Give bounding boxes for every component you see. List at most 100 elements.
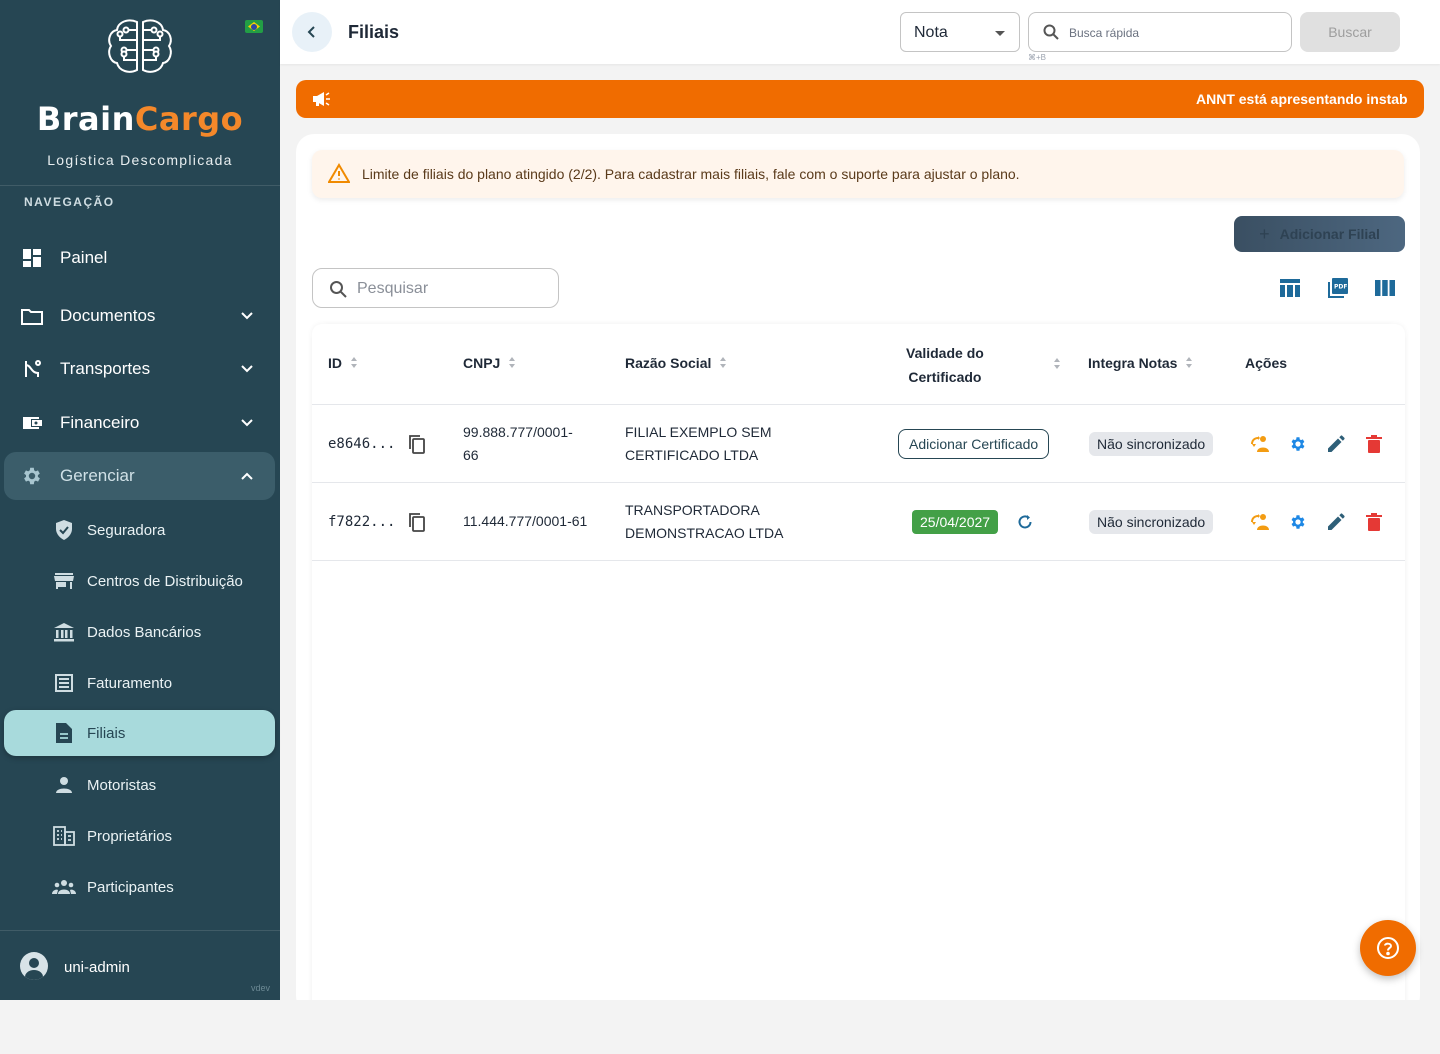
plus-icon: +	[1259, 223, 1270, 244]
wallet-icon	[20, 411, 44, 435]
search-button[interactable]: Buscar	[1300, 12, 1400, 52]
warning-icon	[328, 163, 350, 183]
add-filial-label: Adicionar Filial	[1279, 226, 1380, 242]
sidebar-item-seguradora[interactable]: Seguradora	[4, 507, 275, 553]
sidebar-item-label: Financeiro	[60, 413, 140, 432]
row-cnpj: 11.444.777/0001-61	[463, 513, 588, 529]
column-header-id[interactable]: ID	[328, 355, 358, 371]
row-id: e8646...	[328, 436, 396, 452]
edit-icon[interactable]	[1325, 511, 1347, 533]
version-label: vdev	[250, 983, 270, 993]
sidebar-item-label: Proprietários	[87, 827, 173, 845]
sidebar-item-gerenciar[interactable]: Gerenciar	[4, 452, 275, 500]
row-razao-social: TRANSPORTADORA DEMONSTRACAO LTDA	[625, 502, 784, 541]
sidebar: BrainCargo Logística Descomplicada NAVEG…	[0, 0, 280, 1000]
row-razao-social: FILIAL EXEMPLO SEM CERTIFICADO LTDA	[625, 424, 772, 463]
sort-icon[interactable]	[1053, 358, 1061, 370]
column-header-validade[interactable]: Validade do Certificado	[906, 341, 984, 389]
quick-search	[1028, 12, 1292, 52]
sidebar-item-label: Faturamento	[87, 674, 173, 692]
sidebar-item-label: Seguradora	[87, 521, 166, 539]
sidebar-item-label: Documentos	[60, 306, 156, 325]
copy-icon[interactable]	[407, 512, 427, 532]
sync-people-icon[interactable]	[1250, 433, 1272, 455]
sort-icon	[508, 357, 516, 369]
megaphone-icon	[313, 92, 330, 106]
search-icon	[1043, 24, 1059, 40]
sidebar-item-financeiro[interactable]: Financeiro	[4, 399, 275, 447]
pdf-export-icon[interactable]: PDF	[1326, 276, 1350, 300]
chevron-down-icon	[241, 312, 253, 320]
avatar	[20, 952, 48, 980]
svg-text:PDF: PDF	[1334, 284, 1347, 291]
select-value: Nota	[914, 24, 948, 41]
status-badge: Não sincronizado	[1089, 510, 1214, 534]
sidebar-item-centros[interactable]: Centros de Distribuição	[4, 558, 275, 604]
column-header-razao-social[interactable]: Razão Social	[625, 355, 727, 371]
add-certificate-button[interactable]: Adicionar Certificado	[898, 429, 1050, 459]
user-name: uni-admin	[64, 959, 130, 976]
receipt-icon	[52, 671, 76, 695]
quick-search-input[interactable]	[1069, 21, 1279, 45]
document-icon	[52, 721, 76, 745]
help-button[interactable]	[1360, 920, 1416, 976]
sidebar-item-documentos[interactable]: Documentos	[4, 292, 275, 340]
search-icon	[330, 281, 347, 298]
announcement-text: ANNT está apresentando instab	[1196, 91, 1408, 107]
sidebar-item-dados-bancarios[interactable]: Dados Bancários	[4, 609, 275, 655]
sidebar-item-participantes[interactable]: Participantes	[4, 864, 275, 910]
shortcut-hint: ⌘+B	[1028, 53, 1047, 62]
brazil-flag-icon[interactable]	[245, 20, 263, 33]
table-row: e8646... 99.888.777/0001- 66 FILIAL EXEMP…	[312, 405, 1405, 483]
group-icon	[52, 875, 76, 899]
dashboard-icon	[20, 246, 44, 270]
settings-icon[interactable]	[1287, 433, 1309, 455]
user-menu[interactable]: uni-admin vdev	[0, 930, 280, 1000]
plan-limit-warning: Limite de filiais do plano atingido (2/2…	[312, 150, 1404, 198]
column-header-cnpj[interactable]: CNPJ	[463, 355, 516, 371]
sort-icon	[1185, 357, 1193, 369]
column-header-integra-notas[interactable]: Integra Notas	[1088, 355, 1193, 371]
folder-icon	[20, 304, 44, 328]
row-id: f7822...	[328, 514, 396, 530]
copy-icon[interactable]	[407, 434, 427, 454]
settings-icon[interactable]	[1287, 511, 1309, 533]
sidebar-item-label: Motoristas	[87, 776, 157, 794]
gear-icon	[20, 464, 44, 488]
table-search-input[interactable]	[357, 277, 547, 301]
brand-name: BrainCargo	[36, 100, 244, 138]
top-bar: Filiais Nota ⌘+B Buscar	[280, 0, 1440, 64]
brain-circuit-logo-icon	[108, 19, 172, 73]
sidebar-item-label: Filiais	[87, 724, 126, 742]
sidebar-item-painel[interactable]: Painel	[4, 234, 275, 282]
sidebar-item-motoristas[interactable]: Motoristas	[4, 762, 275, 808]
sidebar-item-filiais[interactable]: Filiais	[4, 710, 275, 756]
table-row: f7822... 11.444.777/0001-61 TRANSPORTADO…	[312, 483, 1405, 561]
sidebar-item-transportes[interactable]: Transportes	[4, 345, 275, 393]
columns-icon[interactable]	[1373, 276, 1397, 300]
sidebar-item-proprietarios[interactable]: Proprietários	[4, 813, 275, 859]
shield-icon	[52, 518, 76, 542]
delete-icon[interactable]	[1363, 433, 1385, 455]
edit-icon[interactable]	[1325, 433, 1347, 455]
table-search	[312, 268, 559, 308]
search-type-select[interactable]: Nota	[900, 12, 1020, 52]
table-view-icon[interactable]	[1278, 276, 1302, 300]
back-button[interactable]	[292, 12, 332, 52]
add-filial-button[interactable]: + Adicionar Filial	[1234, 216, 1405, 252]
delete-icon[interactable]	[1363, 511, 1385, 533]
sidebar-item-label: Painel	[60, 248, 108, 267]
sync-people-icon[interactable]	[1250, 511, 1272, 533]
sort-icon	[719, 357, 727, 369]
route-icon	[20, 357, 44, 381]
store-icon	[52, 569, 76, 593]
sidebar-item-label: Gerenciar	[60, 466, 135, 485]
announcement-banner[interactable]: ANNT está apresentando instab	[296, 80, 1424, 118]
refresh-icon[interactable]	[1014, 511, 1036, 533]
chevron-left-icon	[307, 26, 315, 38]
warning-text: Limite de filiais do plano atingido (2/2…	[362, 166, 1020, 182]
row-cnpj: 99.888.777/0001- 66	[463, 424, 573, 463]
nav-heading: NAVEGAÇÃO	[24, 195, 115, 209]
content-card: Limite de filiais do plano atingido (2/2…	[296, 134, 1420, 1014]
sidebar-item-faturamento[interactable]: Faturamento	[4, 660, 275, 706]
